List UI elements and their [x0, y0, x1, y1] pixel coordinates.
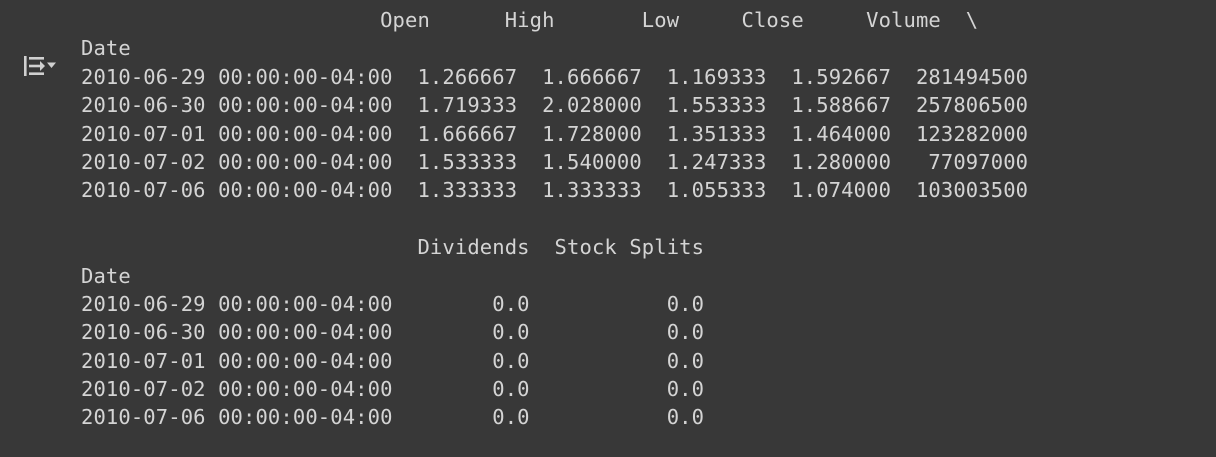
output-line: 2010-06-29 00:00:00-04:00 1.266667 1.666…	[81, 64, 1029, 89]
output-line: 2010-07-02 00:00:00-04:00 1.533333 1.540…	[81, 149, 1029, 174]
output-line: Date	[81, 36, 131, 61]
output-line: 2010-06-30 00:00:00-04:00 0.0 0.0	[81, 320, 705, 345]
output-line: 2010-07-06 00:00:00-04:00 1.333333 1.333…	[81, 178, 1029, 203]
output-line: 2010-06-30 00:00:00-04:00 1.719333 2.028…	[81, 93, 1029, 118]
output-line: 2010-07-01 00:00:00-04:00 0.0 0.0	[81, 348, 705, 373]
output-line: 2010-07-01 00:00:00-04:00 1.666667 1.728…	[81, 121, 1029, 146]
output-line: 2010-07-02 00:00:00-04:00 0.0 0.0	[81, 377, 705, 402]
output-line: 2010-06-29 00:00:00-04:00 0.0 0.0	[81, 291, 705, 316]
output-collapse-toggle[interactable]	[22, 52, 58, 80]
output-collapse-icon	[23, 54, 57, 78]
output-line: Date	[81, 263, 131, 288]
output-line: Dividends Stock Splits	[81, 235, 705, 260]
dataframe-output: Open High Low Close Volume \ Date 2010-06-…	[81, 6, 1028, 432]
output-line: 2010-07-06 00:00:00-04:00 0.0 0.0	[81, 405, 705, 430]
output-line: Open High Low Close Volume \	[81, 8, 979, 32]
